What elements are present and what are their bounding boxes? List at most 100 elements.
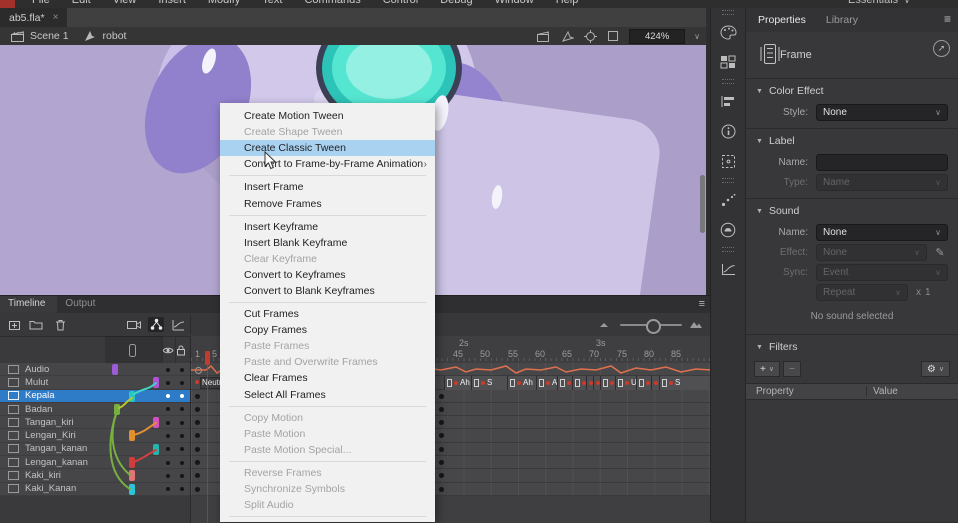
visibility-dot[interactable] [166,447,170,451]
visibility-dot[interactable] [166,487,170,491]
layer-row-kepala[interactable]: Kepala [0,390,190,403]
menu-item-insert-keyframe[interactable]: Insert Keyframe [220,219,435,235]
dock-handle[interactable] [722,247,734,252]
visibility-dot[interactable] [166,474,170,478]
lock-dot[interactable] [180,407,184,411]
tab-properties[interactable]: Properties [758,14,806,26]
tab-timeline[interactable]: Timeline [0,296,57,313]
breadcrumb-scene[interactable]: Scene 1 [30,30,69,42]
info-icon[interactable] [718,122,738,140]
cc-libraries-icon[interactable] [718,221,738,239]
visibility-dot[interactable] [166,381,170,385]
menu-item-create-motion-tween[interactable]: Create Motion Tween [220,108,435,124]
new-folder-button[interactable] [28,317,44,332]
parent-marker[interactable] [129,470,135,481]
lock-icon[interactable] [176,345,186,356]
section-header-filters[interactable]: ▼ Filters [746,335,958,357]
zoom-out-timeline-icon[interactable] [596,317,612,332]
style-dropdown[interactable]: None ∨ [816,104,948,121]
dock-handle[interactable] [722,10,734,15]
parent-marker[interactable] [129,391,135,402]
menu-item-cut-frames[interactable]: Cut Frames [220,306,435,322]
workspace-switcher[interactable]: Essentials ∨ [848,0,910,6]
delete-layer-button[interactable] [52,317,68,332]
layer-row-kaki-kanan[interactable]: Kaki_Kanan [0,483,190,496]
layer-row-lengan-kanan[interactable]: Lengan_kanan [0,456,190,469]
lock-dot[interactable] [180,434,184,438]
visibility-dot[interactable] [166,407,170,411]
remove-filter-button[interactable]: − [783,361,801,377]
visibility-dot[interactable] [166,421,170,425]
label-name-input[interactable] [816,154,948,171]
document-tab[interactable]: ab5.fla* × [0,8,67,27]
timeline-zoom-knob[interactable] [646,319,661,334]
lock-dot[interactable] [180,461,184,465]
dock-handle[interactable] [722,79,734,84]
menu-item-create-classic-tween[interactable]: Create Classic Tween [220,140,435,156]
parent-marker[interactable] [129,484,135,495]
parent-marker[interactable] [112,364,118,375]
swatches-icon[interactable] [718,53,738,71]
parent-marker[interactable] [114,404,120,415]
visibility-dot[interactable] [166,394,170,398]
menu-insert[interactable]: Insert [147,0,197,6]
parent-marker[interactable] [153,377,159,388]
new-layer-button[interactable] [6,317,22,332]
parent-marker[interactable] [129,430,135,441]
menu-debug[interactable]: Debug [429,0,483,6]
section-header-label[interactable]: ▼ Label [746,129,958,151]
menu-item-copy-frames[interactable]: Copy Frames [220,322,435,338]
stage-zoom-input[interactable]: 424% [629,29,685,44]
menu-help[interactable]: Help [545,0,590,6]
visibility-dot[interactable] [166,368,170,372]
filter-options-button[interactable]: ⚙ ∨ [921,361,950,377]
camera-button[interactable] [126,317,142,332]
edit-scene-icon[interactable] [537,30,551,42]
section-header-sound[interactable]: ▼ Sound [746,199,958,221]
layer-row-audio[interactable]: Audio [0,363,190,376]
align-icon[interactable] [718,92,738,110]
visibility-dot[interactable] [166,461,170,465]
clip-content-icon[interactable] [606,30,620,42]
parent-marker[interactable] [129,457,135,468]
menu-text[interactable]: Text [251,0,293,6]
layer-row-badan[interactable]: Badan [0,403,190,416]
layer-row-kaki-kiri[interactable]: Kaki_kiri [0,469,190,482]
menu-window[interactable]: Window [484,0,545,6]
menu-item-insert-blank-keyframe[interactable]: Insert Blank Keyframe [220,235,435,251]
menu-item-convert-frame-by-frame[interactable]: Convert to Frame-by-Frame Animation › [220,156,435,172]
visibility-dot[interactable] [166,434,170,438]
menu-file[interactable]: File [21,0,61,6]
menu-item-convert-to-keyframes[interactable]: Convert to Keyframes [220,267,435,283]
menu-view[interactable]: View [102,0,148,6]
menu-item-convert-to-blank-keyframes[interactable]: Convert to Blank Keyframes [220,283,435,299]
close-icon[interactable]: × [53,12,59,23]
parent-marker[interactable] [153,417,159,428]
panel-menu-icon[interactable]: ≡ [699,298,705,310]
menu-modify[interactable]: Modify [197,0,251,6]
layer-parenting-button[interactable] [148,317,164,332]
lock-dot[interactable] [180,474,184,478]
lock-dot[interactable] [180,487,184,491]
edit-symbols-icon[interactable] [560,30,574,42]
share-icon[interactable]: ➚ [933,40,950,57]
tab-output[interactable]: Output [57,296,107,313]
sound-name-dropdown[interactable]: None ∨ [816,224,948,241]
center-frame-icon[interactable] [583,30,597,42]
layer-row-tangan-kiri[interactable]: Tangan_kiri [0,416,190,429]
layer-row-tangan-kanan[interactable]: Tangan_kanan [0,443,190,456]
tab-library[interactable]: Library [826,14,858,26]
parent-marker[interactable] [153,444,159,455]
motion-presets-icon[interactable] [718,191,738,209]
add-filter-button[interactable]: + ∨ [754,361,780,377]
layer-row-mulut[interactable]: Mulut [0,376,190,389]
menu-item-remove-frames[interactable]: Remove Frames [220,195,435,211]
eye-icon[interactable] [162,346,174,355]
menu-commands[interactable]: Commands [293,0,371,6]
transform-icon[interactable] [718,152,738,170]
lock-dot[interactable] [180,421,184,425]
playhead[interactable] [205,351,210,365]
menu-item-clear-frames[interactable]: Clear Frames [220,370,435,386]
color-palette-icon[interactable] [718,23,738,41]
breadcrumb-symbol[interactable]: robot [103,30,127,42]
